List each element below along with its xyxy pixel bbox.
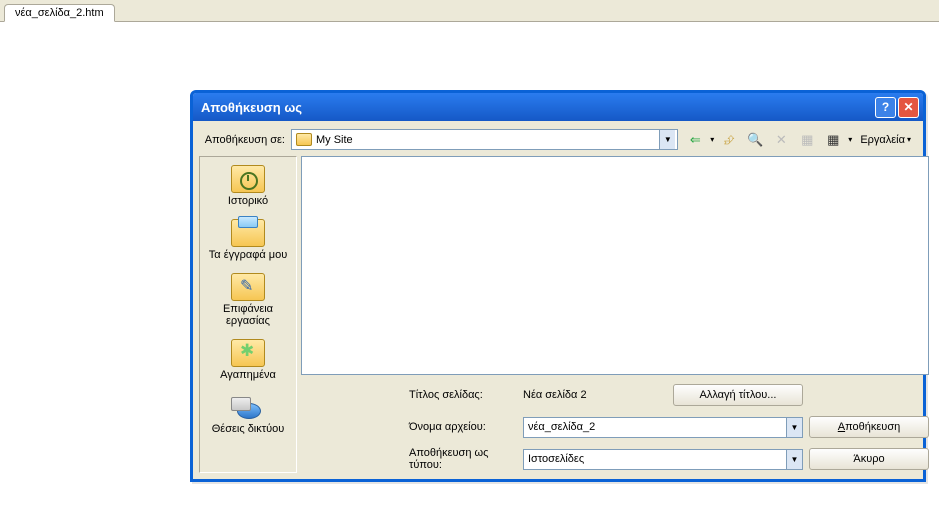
cancel-button[interactable]: Άκυρο xyxy=(809,448,929,470)
savetype-combo[interactable]: Ιστοσελίδες ▼ xyxy=(523,449,803,470)
history-icon xyxy=(231,165,265,193)
filename-input[interactable]: νέα_σελίδα_2 ▼ xyxy=(523,417,803,438)
change-title-button[interactable]: Αλλαγή τίτλου... xyxy=(673,384,803,406)
file-list[interactable] xyxy=(301,156,929,375)
place-network[interactable]: Θέσεις δικτύου xyxy=(200,391,296,437)
place-history[interactable]: Ιστορικό xyxy=(200,163,296,209)
document-tab[interactable]: νέα_σελίδα_2.htm xyxy=(4,4,115,22)
save-in-combo[interactable]: My Site ▼ xyxy=(291,129,678,150)
save-button-label: Αποθήκευση xyxy=(838,421,900,433)
close-button[interactable]: ✕ xyxy=(898,97,919,118)
network-icon xyxy=(231,393,265,421)
save-in-toolbar: ⇐ ▾ ⮵ 🔍 ✕ ▦ ▦ ▾ Εργαλεία xyxy=(684,129,915,150)
save-as-dialog: Αποθήκευση ως ? ✕ Αποθήκευση σε: My Site… xyxy=(190,90,926,482)
filename-label: Όνομα αρχείου: xyxy=(407,421,517,433)
mydocuments-icon xyxy=(231,219,265,247)
dialog-body: Αποθήκευση σε: My Site ▼ ⇐ ▾ ⮵ 🔍 ✕ ▦ ▦ ▾ xyxy=(193,121,923,479)
folder-icon xyxy=(296,133,312,146)
savetype-label: Αποθήκευση ως τύπου: xyxy=(407,447,517,471)
place-desktop[interactable]: Επιφάνεια εργασίας xyxy=(200,271,296,329)
change-title-label: Αλλαγή τίτλου... xyxy=(700,389,777,401)
tools-label: Εργαλεία xyxy=(860,134,905,146)
page-title-value: Νέα σελίδα 2 xyxy=(523,389,663,401)
tools-menu[interactable]: Εργαλεία xyxy=(856,129,915,150)
document-tab-label: νέα_σελίδα_2.htm xyxy=(15,7,104,19)
save-in-dropdown-icon[interactable]: ▼ xyxy=(659,130,675,149)
place-favorites[interactable]: Αγαπημένα xyxy=(200,337,296,383)
help-button[interactable]: ? xyxy=(875,97,896,118)
dialog-bottom: Τίτλος σελίδας: Νέα σελίδα 2 Αλλαγή τίτλ… xyxy=(301,379,929,473)
place-desktop-label: Επιφάνεια εργασίας xyxy=(200,303,296,327)
savetype-value: Ιστοσελίδες xyxy=(528,453,584,465)
filename-value: νέα_σελίδα_2 xyxy=(528,421,595,433)
views-dropdown-icon[interactable]: ▾ xyxy=(848,135,852,144)
dialog-titlebar: Αποθήκευση ως ? ✕ xyxy=(193,93,923,121)
place-favorites-label: Αγαπημένα xyxy=(220,369,276,381)
favorites-icon xyxy=(231,339,265,367)
new-folder-icon[interactable]: ▦ xyxy=(796,129,818,150)
places-bar: Ιστορικό Τα έγγραφά μου Επιφάνεια εργασί… xyxy=(199,156,297,473)
back-icon[interactable]: ⇐ xyxy=(684,129,706,150)
views-icon[interactable]: ▦ xyxy=(822,129,844,150)
filename-dropdown-icon[interactable]: ▼ xyxy=(786,418,802,437)
delete-icon: ✕ xyxy=(770,129,792,150)
content-area: Αποθήκευση ως ? ✕ Αποθήκευση σε: My Site… xyxy=(0,22,939,520)
page-title-label: Τίτλος σελίδας: xyxy=(407,389,517,401)
up-folder-icon[interactable]: ⮵ xyxy=(718,129,740,150)
cancel-button-label: Άκυρο xyxy=(853,453,884,465)
place-network-label: Θέσεις δικτύου xyxy=(212,423,285,435)
place-mydocs-label: Τα έγγραφά μου xyxy=(209,249,287,261)
save-in-value: My Site xyxy=(316,134,655,146)
back-dropdown-icon[interactable]: ▾ xyxy=(710,135,714,144)
place-history-label: Ιστορικό xyxy=(228,195,268,207)
save-button[interactable]: Αποθήκευση xyxy=(809,416,929,438)
dialog-main: Ιστορικό Τα έγγραφά μου Επιφάνεια εργασί… xyxy=(199,156,917,473)
dialog-title: Αποθήκευση ως xyxy=(201,100,873,115)
desktop-icon xyxy=(231,273,265,301)
savetype-dropdown-icon[interactable]: ▼ xyxy=(786,450,802,469)
save-in-label: Αποθήκευση σε: xyxy=(201,134,285,146)
place-mydocs[interactable]: Τα έγγραφά μου xyxy=(200,217,296,263)
document-tab-bar: νέα_σελίδα_2.htm xyxy=(0,0,939,22)
browse-web-icon[interactable]: 🔍 xyxy=(744,129,766,150)
save-in-row: Αποθήκευση σε: My Site ▼ ⇐ ▾ ⮵ 🔍 ✕ ▦ ▦ ▾ xyxy=(199,127,917,156)
